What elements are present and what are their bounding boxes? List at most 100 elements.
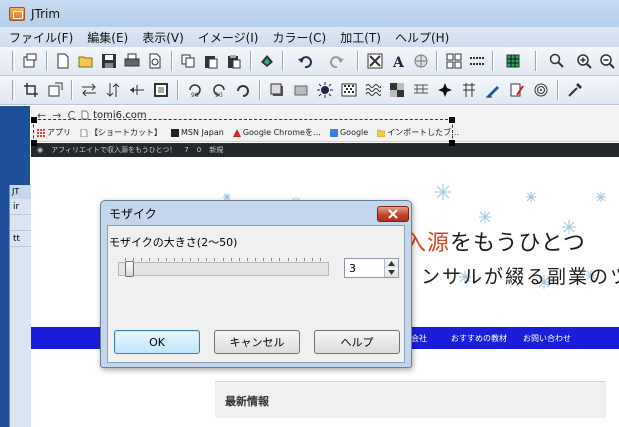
slider-tick — [312, 258, 313, 261]
wordpress-icon: ◉ — [37, 146, 44, 154]
menu-view[interactable]: 表示(V) — [142, 29, 184, 46]
mosaic-size-slider[interactable] — [118, 258, 329, 277]
toolbar-grip[interactable] — [12, 51, 15, 71]
spin-up-button[interactable] — [385, 259, 398, 268]
fit-window-icon[interactable] — [365, 51, 384, 71]
dialog-close-button[interactable] — [377, 206, 409, 222]
text-icon[interactable]: A — [388, 51, 407, 71]
paste-icon[interactable] — [202, 51, 221, 71]
pen-icon[interactable] — [483, 80, 503, 100]
open-folder-icon[interactable] — [77, 51, 96, 71]
caret-up-icon — [388, 261, 395, 266]
rotate-left-label: 90 — [191, 92, 199, 98]
selection-handle[interactable] — [31, 140, 37, 146]
mosaic-size-spinbox[interactable]: 3 — [344, 258, 399, 278]
menu-image[interactable]: イメージ(I) — [198, 29, 259, 46]
crop-icon[interactable] — [21, 80, 41, 100]
new-file-icon[interactable] — [54, 51, 73, 71]
wp-updates-count: 7 — [184, 146, 189, 154]
color-table-icon[interactable] — [500, 51, 528, 71]
edge-icon[interactable] — [459, 80, 479, 100]
window-title: JTrim — [31, 6, 61, 21]
frame-icon[interactable] — [151, 80, 171, 100]
sparkle-icon[interactable] — [435, 80, 455, 100]
toolbar-separator — [557, 80, 559, 100]
mosaic-icon[interactable] — [387, 80, 407, 100]
gray-icon[interactable] — [291, 80, 311, 100]
print-preview-icon[interactable] — [146, 51, 165, 71]
selection-handle[interactable] — [449, 140, 455, 146]
slider-tick — [166, 258, 167, 261]
slider-tick — [288, 258, 289, 261]
selection-handle[interactable] — [31, 117, 37, 123]
menu-file[interactable]: ファイル(F) — [9, 29, 73, 46]
dash-line-icon[interactable] — [467, 51, 486, 71]
zoom-out-icon[interactable] — [598, 51, 617, 71]
nav-link-recommended: おすすめの教材 — [451, 334, 507, 343]
dialog-body: モザイクの大きさ(2〜50) 3 OK キャンセル ヘルプ — [107, 225, 405, 363]
slider-tick — [198, 258, 199, 261]
slider-thumb[interactable] — [125, 261, 134, 277]
nested-window-row — [10, 215, 31, 231]
sun-icon[interactable] — [315, 80, 335, 100]
brush-icon[interactable] — [507, 80, 527, 100]
grid-icon[interactable] — [444, 51, 463, 71]
spin-down-button[interactable] — [385, 268, 398, 277]
toolbar-separator — [177, 80, 179, 100]
dialog-title-bar[interactable]: モザイク — [101, 201, 411, 225]
flip-horizontal-icon[interactable] — [79, 80, 99, 100]
cancel-button[interactable]: キャンセル — [214, 330, 300, 354]
slider-tick — [271, 258, 272, 261]
flip-vertical-icon[interactable] — [103, 80, 123, 100]
wave-icon[interactable] — [363, 80, 383, 100]
shadow-icon[interactable] — [267, 80, 287, 100]
rotate-90-left-icon[interactable]: 90 — [185, 80, 205, 100]
dialog-title: モザイク — [109, 206, 157, 221]
swirl-icon[interactable] — [531, 80, 551, 100]
nested-window-title: JT — [10, 185, 31, 199]
close-icon — [388, 209, 398, 219]
zoom-menu-icon[interactable] — [543, 51, 571, 71]
toolbar-separator — [357, 51, 360, 71]
effects-toolbar: 90 90 — [0, 76, 619, 105]
slider-tick — [279, 258, 280, 261]
toolbar-separator — [534, 51, 537, 71]
new-window-icon[interactable] — [21, 51, 40, 71]
help-button[interactable]: ヘルプ — [314, 330, 400, 354]
redo-icon[interactable] — [323, 51, 351, 71]
copy-icon[interactable] — [179, 51, 198, 71]
rotate-icon[interactable] — [233, 80, 253, 100]
nav-link-contact: お問い合わせ — [523, 334, 571, 343]
menu-color[interactable]: カラー(C) — [272, 29, 326, 46]
mosaic-dialog: モザイク モザイクの大きさ(2〜50) 3 OK キャンセル ヘルプ — [100, 200, 412, 368]
spot-icon[interactable] — [411, 51, 430, 71]
horizontal-arrow-icon[interactable] — [127, 80, 147, 100]
paste-new-icon[interactable] — [225, 51, 244, 71]
slider-tick — [206, 258, 207, 261]
menu-edit[interactable]: 編集(E) — [87, 29, 128, 46]
dither-icon[interactable] — [339, 80, 359, 100]
emboss-icon[interactable] — [411, 80, 431, 100]
rotate-90-right-icon[interactable]: 90 — [209, 80, 229, 100]
ok-button[interactable]: OK — [114, 330, 200, 354]
toolbar-grip[interactable] — [12, 80, 15, 100]
wordpress-admin-bar: ◉ アフィリエイトで収入源をもうひとつ！ 7 0 新規 — [31, 143, 619, 157]
selection-rectangle[interactable] — [31, 117, 455, 146]
save-icon[interactable] — [100, 51, 119, 71]
undo-icon[interactable] — [290, 51, 318, 71]
menu-help[interactable]: ヘルプ(H) — [395, 29, 449, 46]
hand-tool-icon[interactable] — [258, 51, 277, 71]
jtrim-app-icon — [9, 6, 25, 21]
eyedropper-icon[interactable] — [565, 80, 585, 100]
toolbar-separator — [45, 51, 48, 71]
news-section: 最新情報 — [215, 381, 606, 418]
resize-icon[interactable] — [45, 80, 65, 100]
menu-process[interactable]: 加工(T) — [340, 29, 381, 46]
print-icon[interactable] — [123, 51, 142, 71]
nested-window-row: tt — [10, 231, 31, 247]
mosaic-size-value[interactable]: 3 — [349, 262, 356, 275]
main-toolbar: A — [0, 47, 619, 76]
zoom-in-icon[interactable] — [575, 51, 594, 71]
selection-handle[interactable] — [449, 117, 455, 123]
wp-comments-count: 0 — [196, 146, 202, 154]
